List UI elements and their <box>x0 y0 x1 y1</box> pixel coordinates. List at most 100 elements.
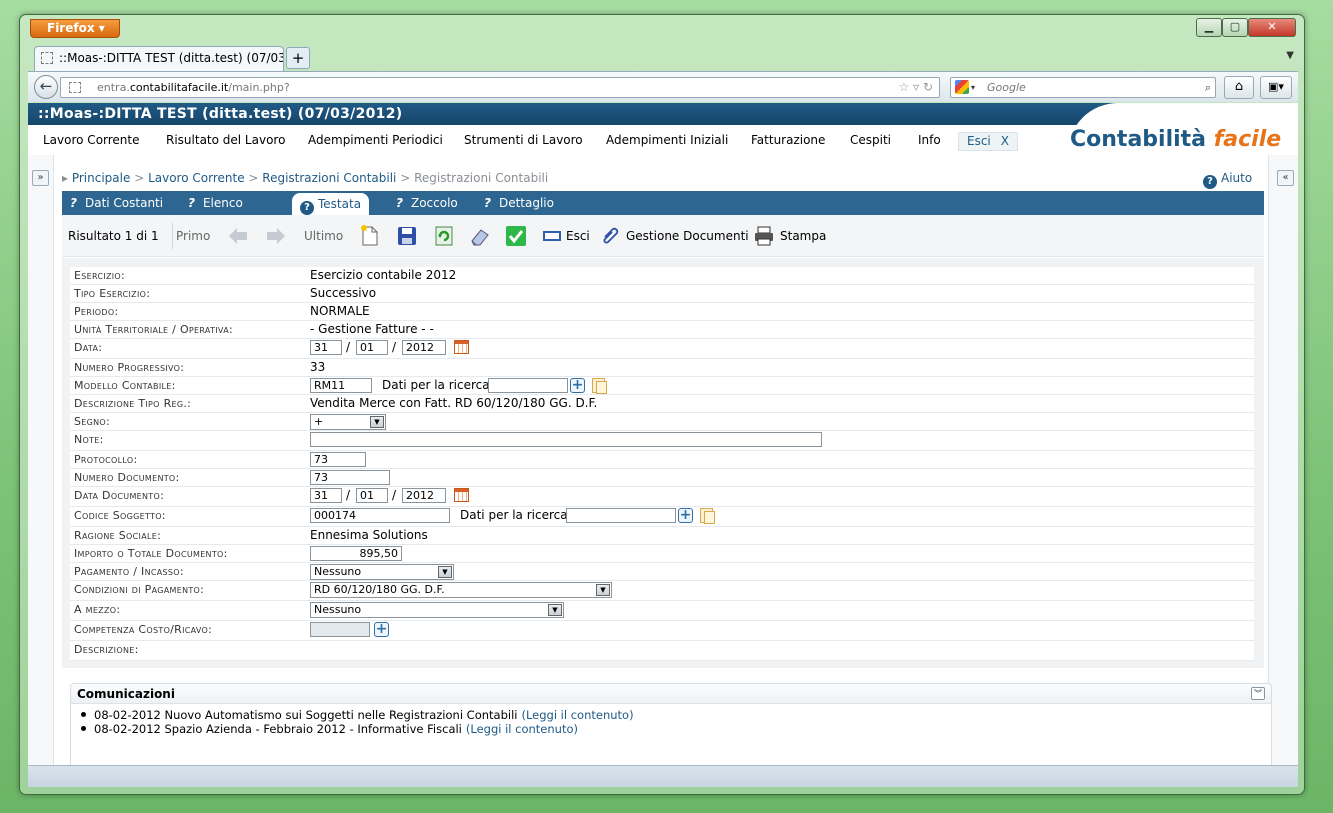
numero-progressivo-value: 33 <box>310 360 326 374</box>
google-engine-icon[interactable] <box>955 80 969 94</box>
url-bar[interactable]: entra.contabilitafacile.it/main.php? ☆ ▿… <box>60 77 940 98</box>
importo-input[interactable]: 895,50 <box>310 546 402 561</box>
first-record-button[interactable]: Primo <box>176 215 210 257</box>
paperclip-icon[interactable] <box>598 224 622 248</box>
copy-icon[interactable] <box>700 508 715 524</box>
tab-dettaglio[interactable]: ? Dettaglio <box>484 191 554 215</box>
confirm-check-icon[interactable] <box>504 224 528 248</box>
new-document-icon[interactable] <box>358 224 382 248</box>
search-icon[interactable]: ⌕ <box>1205 78 1211 97</box>
breadcrumb-lavoro-corrente[interactable]: Lavoro Corrente <box>148 171 245 185</box>
tab-testata[interactable]: ? Testata <box>292 193 370 215</box>
menu-item-adempimenti-periodici[interactable]: Adempimenti Periodici <box>308 125 443 155</box>
next-arrow-icon[interactable] <box>264 224 288 248</box>
print-button[interactable]: Stampa <box>780 215 826 257</box>
data-label: Data: <box>74 341 103 354</box>
tab-list-chevron-icon[interactable]: ▼ <box>1286 50 1294 61</box>
previous-arrow-icon[interactable] <box>226 224 250 248</box>
exit-button[interactable]: Esci <box>566 215 590 257</box>
bookmark-star-icon[interactable]: ☆ <box>898 80 909 94</box>
calendar-icon[interactable] <box>454 488 469 502</box>
form-row-unita: Unità Territoriale / Operativa: - Gestio… <box>70 321 1254 339</box>
form-row-descrizione-tipo: Descrizione Tipo Reg.: Vendita Merce con… <box>70 395 1254 413</box>
history-dropdown-icon[interactable]: ▿ <box>913 80 919 94</box>
modello-input[interactable]: RM11 <box>310 378 372 393</box>
firefox-menu-button[interactable]: Firefox ▾ <box>30 19 120 38</box>
menu-item-fatturazione[interactable]: Fatturazione <box>751 125 825 155</box>
copy-icon[interactable] <box>592 378 607 394</box>
calendar-icon[interactable] <box>454 340 469 354</box>
menu-item-strumenti-lavoro[interactable]: Strumenti di Lavoro <box>464 125 583 155</box>
menu-item-info[interactable]: Info <box>918 125 941 155</box>
printer-icon[interactable] <box>752 224 776 248</box>
back-arrow-icon[interactable]: ← <box>34 75 58 99</box>
breadcrumb-registrazioni[interactable]: Registrazioni Contabili <box>262 171 396 185</box>
collapse-chevron-icon[interactable]: ︾ <box>1251 687 1265 700</box>
competenza-input[interactable] <box>310 622 370 637</box>
help-icon: ? <box>188 196 195 210</box>
close-window-button[interactable]: ✕ <box>1248 18 1296 37</box>
data-doc-year-input[interactable]: 2012 <box>402 488 446 503</box>
browser-tab[interactable]: ::Moas-:DITTA TEST (ditta.test) (07/03/2… <box>34 46 284 71</box>
bookmarks-menu-icon[interactable]: ▣▾ <box>1260 76 1292 99</box>
menu-item-risultato-lavoro[interactable]: Risultato del Lavoro <box>166 125 285 155</box>
home-icon[interactable]: ⌂ <box>1224 76 1254 99</box>
last-record-button[interactable]: Ultimo <box>304 215 343 257</box>
soggetto-search-input[interactable] <box>566 508 676 523</box>
note-input[interactable] <box>310 432 822 447</box>
data-month-input[interactable]: 01 <box>356 340 388 355</box>
site-identity-icon[interactable] <box>69 82 81 93</box>
codice-soggetto-input[interactable]: 000174 <box>310 508 450 523</box>
expand-left-panel-icon[interactable]: » <box>32 170 49 186</box>
tipo-esercizio-value: Successivo <box>310 286 377 300</box>
form-row-descrizione: Descrizione: <box>70 641 1254 661</box>
save-icon[interactable] <box>395 224 419 248</box>
modello-search-input[interactable] <box>488 378 568 393</box>
add-icon[interactable]: + <box>374 622 389 637</box>
segno-label: Segno: <box>74 415 111 428</box>
data-day-input[interactable]: 31 <box>310 340 342 355</box>
data-year-input[interactable]: 2012 <box>402 340 446 355</box>
form-row-condizioni: Condizioni di Pagamento: RD 60/120/180 G… <box>70 581 1254 601</box>
toolbar-divider <box>172 223 173 249</box>
segno-select[interactable]: + ▼ <box>310 414 386 430</box>
logout-button[interactable]: Esci X <box>958 132 1018 151</box>
maximize-button[interactable]: ▢ <box>1222 18 1248 37</box>
help-icon: ? <box>1203 175 1217 189</box>
leggi-contenuto-link[interactable]: (Leggi il contenuto) <box>466 722 578 736</box>
tab-strip: ::Moas-:DITTA TEST (ditta.test) (07/03/2… <box>28 45 1298 71</box>
breadcrumb-principale[interactable]: Principale <box>72 171 131 185</box>
collapse-right-panel-icon[interactable]: « <box>1277 170 1294 186</box>
browser-tab-title: ::Moas-:DITTA TEST (ditta.test) (07/03/2… <box>59 51 284 65</box>
help-link[interactable]: ? Aiuto <box>1203 169 1252 189</box>
bullet-icon <box>81 712 86 717</box>
reload-icon[interactable]: ↻ <box>923 80 933 94</box>
add-icon[interactable]: + <box>678 508 693 523</box>
protocollo-input[interactable]: 73 <box>310 452 366 467</box>
refresh-icon[interactable] <box>432 224 456 248</box>
browser-window: Firefox ▾ ▁ ▢ ✕ ::Moas-:DITTA TEST (ditt… <box>19 14 1305 795</box>
document-management-button[interactable]: Gestione Documenti <box>626 215 749 257</box>
eraser-icon[interactable] <box>468 224 492 248</box>
new-tab-button[interactable]: + <box>286 47 310 69</box>
minimize-button[interactable]: ▁ <box>1196 18 1222 37</box>
menu-item-adempimenti-iniziali[interactable]: Adempimenti Iniziali <box>606 125 728 155</box>
menu-item-cespiti[interactable]: Cespiti <box>850 125 891 155</box>
form-row-importo: Importo o Totale Documento: 895,50 <box>70 545 1254 563</box>
tab-dati-costanti[interactable]: ? Dati Costanti <box>70 191 163 215</box>
menu-item-lavoro-corrente[interactable]: Lavoro Corrente <box>43 125 140 155</box>
note-label: Note: <box>74 433 104 446</box>
search-bar[interactable]: ▾ Google ⌕ <box>950 77 1216 98</box>
url-path: /main.php? <box>228 81 290 94</box>
numero-documento-input[interactable]: 73 <box>310 470 390 485</box>
data-doc-month-input[interactable]: 01 <box>356 488 388 503</box>
condizioni-select[interactable]: RD 60/120/180 GG. D.F. ▼ <box>310 582 612 598</box>
tab-zoccolo[interactable]: ? Zoccolo <box>396 191 458 215</box>
exit-icon[interactable] <box>540 224 564 248</box>
leggi-contenuto-link[interactable]: (Leggi il contenuto) <box>521 708 633 722</box>
tab-elenco[interactable]: ? Elenco <box>188 191 243 215</box>
a-mezzo-select[interactable]: Nessuno ▼ <box>310 602 564 618</box>
pagamento-select[interactable]: Nessuno ▼ <box>310 564 454 580</box>
data-doc-day-input[interactable]: 31 <box>310 488 342 503</box>
add-icon[interactable]: + <box>570 378 585 393</box>
